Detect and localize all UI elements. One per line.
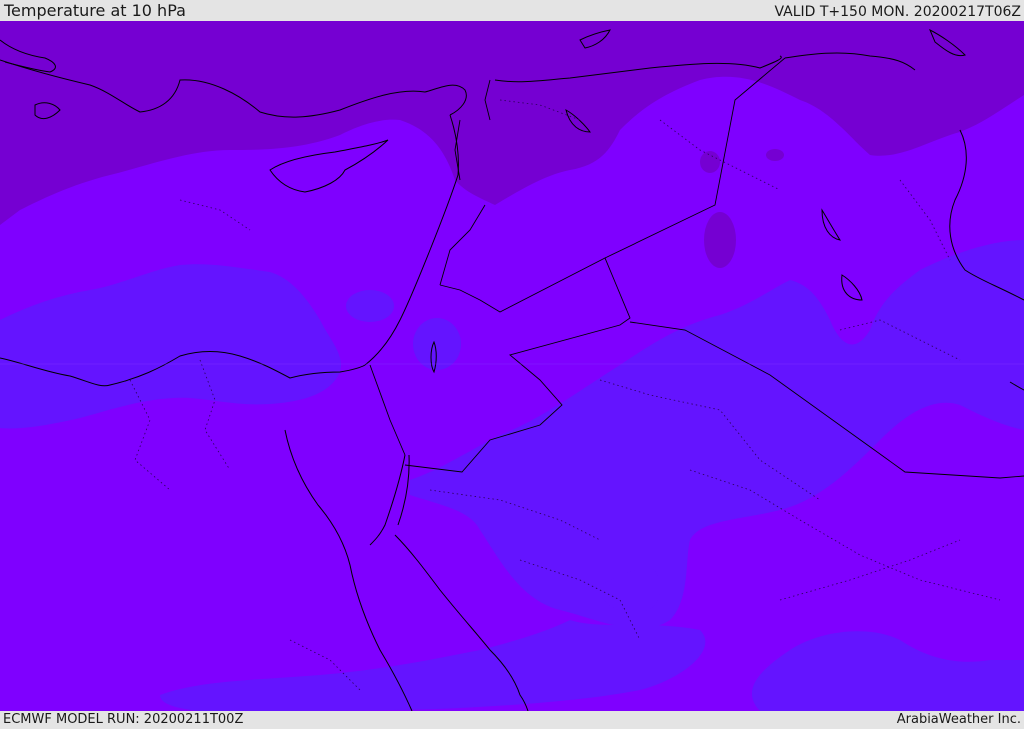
credit-label: ArabiaWeather Inc. xyxy=(896,712,1021,727)
header-bar: Temperature at 10 hPa VALID T+150 MON. 2… xyxy=(0,0,1024,21)
weather-map[interactable] xyxy=(0,21,1024,711)
warm-spot xyxy=(413,318,461,370)
cold-spot xyxy=(766,149,784,161)
cold-spot xyxy=(704,212,736,268)
warm-spot xyxy=(346,290,394,322)
map-canvas xyxy=(0,21,1024,711)
valid-time-label: VALID T+150 MON. 20200217T06Z xyxy=(774,4,1021,20)
map-title: Temperature at 10 hPa xyxy=(4,1,186,20)
cold-spot xyxy=(700,151,720,173)
model-run-label: ECMWF MODEL RUN: 20200211T00Z xyxy=(3,712,244,727)
footer-bar: ECMWF MODEL RUN: 20200211T00Z ArabiaWeat… xyxy=(0,711,1024,729)
